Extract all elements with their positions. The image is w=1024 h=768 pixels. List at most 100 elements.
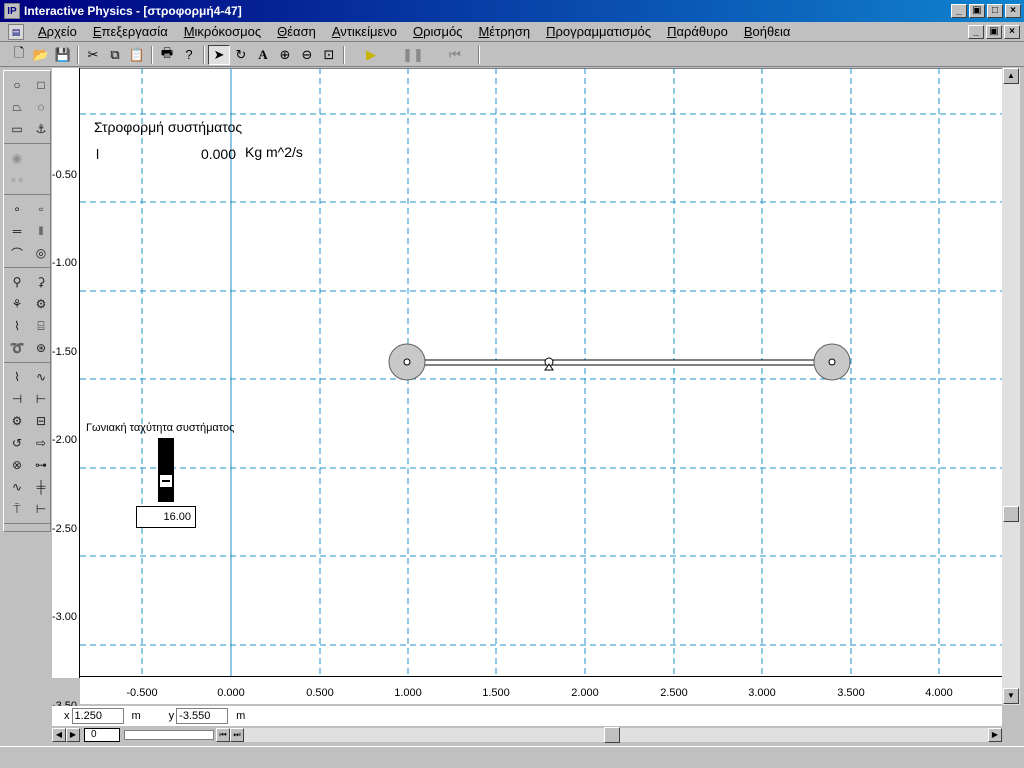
torque-icon[interactable]: ⊶ — [30, 455, 52, 475]
rod-icon[interactable]: ⚲ — [6, 272, 28, 292]
frame-slider[interactable] — [124, 730, 214, 740]
pivot-joint[interactable] — [544, 357, 554, 371]
gear-icon[interactable]: ⚙ — [6, 411, 28, 431]
paste-icon[interactable]: 📋 — [126, 45, 148, 65]
separator-icon[interactable]: ⚘ — [6, 294, 28, 314]
text-icon[interactable]: A — [252, 45, 274, 65]
toolbar-separator — [151, 45, 153, 64]
scroll-up-button[interactable]: ▲ — [1003, 68, 1019, 84]
run-icon[interactable]: ▶ — [360, 45, 382, 65]
vertical-scroll-thumb[interactable] — [1003, 506, 1019, 522]
horizontal-scroll-thumb[interactable] — [604, 727, 620, 743]
menu-object[interactable]: Αντικείμενο — [324, 24, 405, 39]
keyed-slot-icon[interactable]: ◎ — [30, 243, 52, 263]
toolbar-separator — [478, 45, 480, 64]
scroll-right-button[interactable]: ▶ — [988, 728, 1002, 742]
rod[interactable] — [406, 359, 833, 366]
copy-icon[interactable]: ⧉ — [104, 45, 126, 65]
menu-define[interactable]: Ορισμός — [405, 24, 470, 39]
point-tool-icon[interactable]: ∘ — [6, 199, 28, 219]
y-coord-field[interactable]: -3.550 — [176, 708, 229, 724]
force-icon[interactable]: ⇨ — [30, 433, 52, 453]
zoom-fit-icon[interactable]: ⊡ — [318, 45, 340, 65]
rope-icon[interactable]: ⚳ — [30, 272, 52, 292]
pulley-tool-icon[interactable]: ⍑ — [6, 499, 28, 519]
pulley-icon[interactable]: ⚙ — [30, 294, 52, 314]
rotational-motor-icon[interactable]: ↺ — [6, 433, 28, 453]
damper-icon[interactable]: ⌸ — [30, 316, 52, 336]
vertical-slot-icon[interactable]: ‖ — [30, 221, 52, 241]
maximize-button[interactable]: ▣ — [969, 4, 985, 18]
tool-palette: ○ □ ⏢ ◌ ▭ ⚓ ◉ ∘∘ ∘ ▫ ═ ‖ ⌒ ◎ ⚲ ⚳ ⚘ ⚙ ⌇ ⌸… — [3, 70, 51, 532]
wave-icon[interactable]: ∿ — [6, 477, 28, 497]
separator-tool-icon[interactable]: ⊢ — [30, 499, 52, 519]
slider-thumb[interactable] — [159, 474, 173, 488]
arrow-icon[interactable]: ➤ — [208, 44, 230, 65]
wave-tool-icon[interactable]: ∿ — [30, 367, 52, 387]
restore-button[interactable]: □ — [987, 4, 1003, 18]
doc-minimize-button[interactable]: _ — [968, 24, 984, 39]
x-coord-field[interactable]: 1.250 — [71, 708, 124, 724]
frame-counter[interactable]: 0 — [84, 728, 120, 742]
minimize-button[interactable]: _ — [951, 4, 967, 18]
reset-icon[interactable]: ⏮ — [444, 45, 466, 65]
point-element-icon[interactable]: ◉ — [6, 148, 28, 168]
frame-first-icon[interactable]: ⏮ — [216, 728, 230, 742]
menu-script[interactable]: Προγραμματισμός — [538, 24, 659, 39]
print-icon[interactable]: 🖶 — [156, 45, 178, 65]
cut-icon[interactable]: ✂ — [82, 45, 104, 65]
curved-body-tool-icon[interactable]: ◌ — [30, 97, 52, 117]
meter-title[interactable]: Στροφορμή συστήματος — [94, 119, 242, 135]
doc-close-button[interactable]: × — [1004, 24, 1020, 39]
frame-last-icon[interactable]: ⏭ — [230, 728, 244, 742]
menu-measure[interactable]: Μέτρηση — [470, 24, 538, 39]
left-disk[interactable] — [388, 343, 426, 381]
new-icon[interactable]: 🗋 — [8, 45, 30, 65]
rectangle-tool-icon[interactable]: □ — [30, 75, 52, 95]
close-button[interactable]: × — [1005, 4, 1021, 18]
slider-track[interactable] — [158, 438, 174, 502]
document-icon[interactable]: ▤ — [8, 23, 24, 40]
curved-slot-icon[interactable]: ⌒ — [6, 243, 28, 263]
right-disk[interactable] — [813, 343, 851, 381]
horizontal-slot-icon[interactable]: ═ — [6, 221, 28, 241]
rotate-icon[interactable]: ↻ — [230, 45, 252, 65]
square-point-tool-icon[interactable]: ▫ — [30, 199, 52, 219]
menu-edit[interactable]: Επεξεργασία — [85, 24, 176, 39]
rotational-damper-icon[interactable]: ⊛ — [30, 338, 52, 358]
square-tool-icon[interactable]: ▭ — [6, 119, 28, 139]
linear-actuator-icon[interactable]: ⊟ — [30, 411, 52, 431]
x-tick-label: 3.500 — [837, 687, 865, 699]
save-icon[interactable]: 💾 — [52, 45, 74, 65]
frame-forward-icon[interactable]: ▶ — [66, 728, 80, 742]
pin-joint-icon[interactable]: ∘∘ — [6, 170, 28, 190]
damper-tool-icon[interactable]: ⊣ — [6, 389, 28, 409]
scroll-down-button[interactable]: ▼ — [1003, 688, 1019, 704]
menu-file[interactable]: Αρχείο — [30, 24, 85, 39]
anchor-tool-icon[interactable]: ⚓ — [30, 119, 52, 139]
slider-value-field[interactable]: 16.00 — [136, 506, 196, 528]
app-icon[interactable]: IP — [4, 3, 20, 19]
open-icon[interactable]: 📂 — [30, 45, 52, 65]
zoom-in-icon[interactable]: ⊕ — [274, 45, 296, 65]
menu-window[interactable]: Παράθυρο — [659, 24, 736, 39]
menu-world[interactable]: Μικρόκοσμος — [176, 24, 269, 39]
rotational-spring-icon[interactable]: ➰ — [6, 338, 28, 358]
spring-icon[interactable]: ⌇ — [6, 316, 28, 336]
frame-back-icon[interactable]: ◀ — [52, 728, 66, 742]
menu-view[interactable]: Θέαση — [269, 24, 324, 39]
menu-help[interactable]: Βοήθεια — [736, 24, 799, 39]
pause-icon[interactable]: ❚❚ — [402, 45, 424, 65]
motor-icon[interactable]: ⊗ — [6, 455, 28, 475]
circle-tool-icon[interactable]: ○ — [6, 75, 28, 95]
rope-tool-icon[interactable]: ╪ — [30, 477, 52, 497]
meter-variable: l — [96, 146, 100, 162]
spring-tool-icon[interactable]: ⌇ — [6, 367, 28, 387]
vertical-scrollbar[interactable]: ▲ ▼ — [1002, 68, 1020, 705]
polygon-tool-icon[interactable]: ⏢ — [6, 97, 28, 117]
actuator-tool-icon[interactable]: ⊢ — [30, 389, 52, 409]
zoom-out-icon[interactable]: ⊖ — [296, 45, 318, 65]
help-icon[interactable]: ? — [178, 45, 200, 65]
doc-restore-button[interactable]: ▣ — [986, 24, 1002, 39]
horizontal-scrollbar[interactable] — [244, 727, 988, 743]
